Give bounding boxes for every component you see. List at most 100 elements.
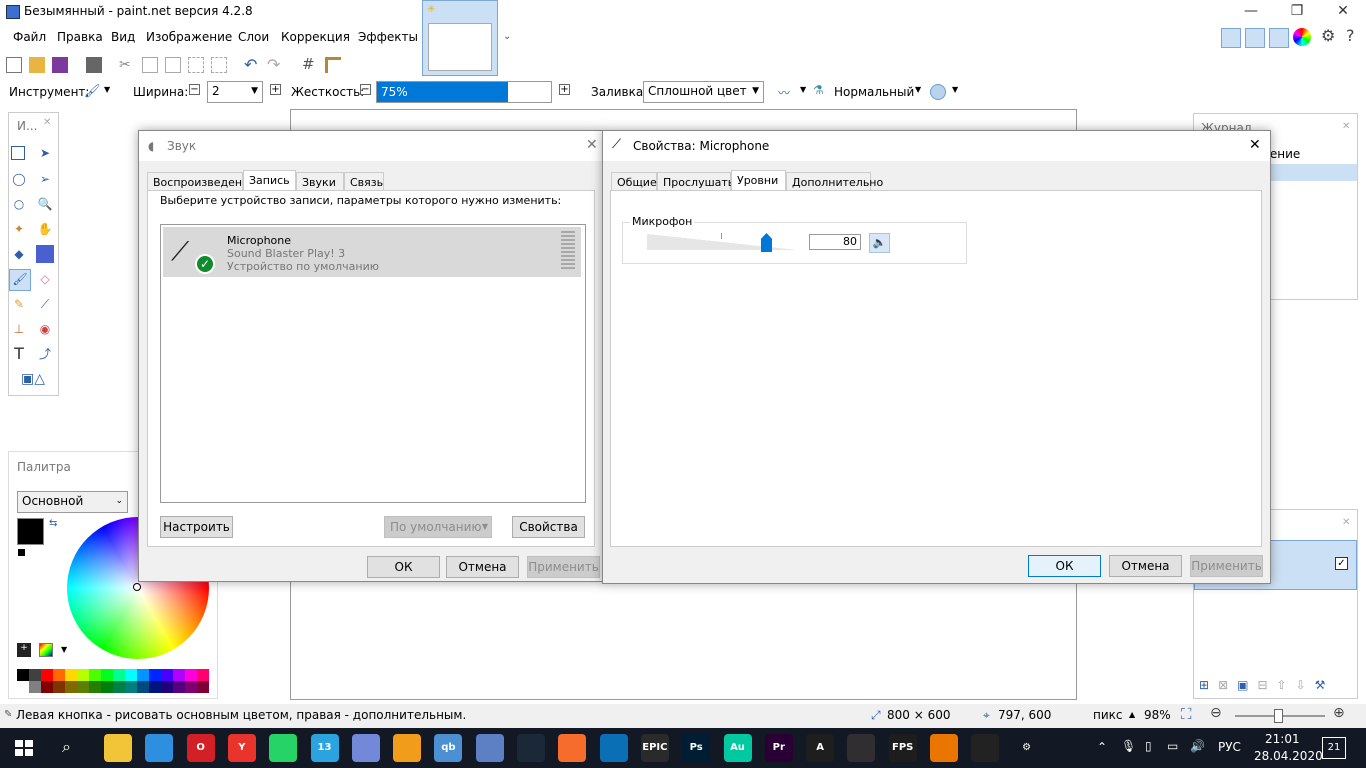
tools-window-icon[interactable] (1221, 28, 1241, 48)
primary-color-swatch[interactable] (17, 518, 44, 545)
windows-start-icon[interactable] (15, 740, 33, 756)
taskbar-app-blender-icon[interactable] (930, 734, 958, 762)
menu-view[interactable]: Вид (111, 30, 135, 44)
menu-image[interactable]: Изображение (146, 30, 232, 44)
paintbrush-icon[interactable]: 🖌 (84, 84, 101, 100)
mic-cancel-button[interactable]: Отмена (1109, 555, 1182, 577)
antialiasing-icon[interactable]: 〰 (778, 84, 794, 100)
eraser-icon[interactable]: ◇ (36, 270, 54, 288)
palette-mode-combo[interactable]: Основной ⌄ (17, 491, 128, 513)
menu-file[interactable]: Файл (13, 30, 46, 44)
move-selection-icon[interactable]: ➢ (36, 170, 54, 188)
zoom-to-window-icon[interactable]: ⛶ (1181, 705, 1192, 723)
move-selected-icon[interactable]: ➤ (36, 144, 54, 162)
taskbar-app-origin-icon[interactable] (558, 734, 587, 762)
taskbar-app-file-explorer-icon[interactable] (104, 734, 132, 762)
mic-apply-button[interactable]: Применить (1190, 555, 1263, 577)
network-tray-icon[interactable]: ▭ (1167, 739, 1178, 753)
layers-close-icon[interactable]: ✕ (1342, 517, 1350, 528)
paint-bucket-icon[interactable]: ◆ (10, 245, 28, 263)
taskbar-app-discord-icon[interactable] (351, 734, 380, 762)
menu-edit[interactable]: Правка (57, 30, 103, 44)
history-window-icon[interactable] (1245, 28, 1265, 48)
menu-effects[interactable]: Эффекты (358, 30, 418, 44)
thumbnail-dropdown-icon[interactable]: ⌄ (503, 31, 511, 42)
clock-time[interactable]: 21:01 (1265, 732, 1300, 746)
level-slider-track[interactable] (647, 234, 797, 250)
color-wheel-cursor[interactable] (133, 583, 141, 591)
recolor-icon[interactable]: ◉ (36, 320, 54, 338)
taskbar-app-yandex-icon[interactable]: Y (227, 734, 256, 762)
blend-mode-value[interactable]: Нормальный (834, 85, 914, 99)
search-icon[interactable]: ⌕ (62, 737, 71, 757)
taskbar-app-audition-icon[interactable]: Au (723, 734, 752, 762)
taskbar-app-photoshop-icon[interactable]: Ps (682, 734, 711, 762)
notifications-button[interactable]: 21 (1322, 737, 1346, 759)
taskbar-app-steam-icon[interactable] (517, 734, 545, 762)
hardness-decrease-button[interactable]: − (360, 84, 371, 95)
fill-combo[interactable]: Сплошной цвет ▼ (643, 81, 764, 103)
magic-wand-icon[interactable]: ✦ (10, 220, 28, 238)
layer-visible-checkbox[interactable]: ✓ (1335, 557, 1348, 570)
tool-dropdown-icon[interactable]: ▼ (104, 85, 110, 94)
blend-dropdown-icon[interactable]: ▼ (915, 85, 921, 94)
pan-icon[interactable]: ✋ (36, 220, 54, 238)
battery-tray-icon[interactable]: ▯ (1145, 739, 1152, 753)
color-picker-icon[interactable]: ⟋ (36, 295, 54, 313)
taskbar-app-obs-icon[interactable] (847, 734, 876, 762)
grid-icon[interactable]: # (302, 55, 318, 73)
redo-icon[interactable]: ↷ (267, 55, 283, 74)
ellipse-select-icon[interactable]: ○ (10, 195, 28, 213)
width-combo[interactable]: 2 ▼ (207, 81, 263, 103)
hardness-slider[interactable]: 75% (376, 81, 552, 103)
print-icon[interactable] (86, 57, 102, 73)
sound-ok-button[interactable]: ОК (367, 556, 440, 578)
merge-layer-icon[interactable]: ⊟ (1257, 678, 1276, 692)
device-item-microphone[interactable]: ⟋ ✓ Microphone Sound Blaster Play! 3 Уст… (163, 227, 581, 277)
taskbar-app-fps-monitor-icon[interactable]: FPS (888, 734, 917, 762)
add-layer-icon[interactable]: ⊞ (1199, 678, 1218, 692)
sound-apply-button[interactable]: Применить (527, 556, 600, 578)
paste-icon[interactable] (165, 57, 181, 73)
colors-window-icon[interactable] (1293, 28, 1311, 46)
width-decrease-button[interactable]: − (189, 84, 200, 95)
tools-close-icon[interactable]: ✕ (43, 117, 51, 128)
copy-icon[interactable] (142, 57, 158, 73)
close-button[interactable]: ✕ (1320, 0, 1366, 24)
set-default-dropdown-icon[interactable]: ▼ (482, 517, 488, 537)
add-color-icon[interactable]: + (17, 643, 31, 657)
taskbar-app-anydesk-icon[interactable]: A (806, 734, 835, 762)
clock-date[interactable]: 28.04.2020 (1254, 749, 1323, 763)
properties-button[interactable]: Свойства (512, 516, 585, 538)
deselect-icon[interactable] (211, 57, 227, 73)
help-icon[interactable]: ? (1346, 26, 1355, 45)
save-icon[interactable] (52, 57, 68, 73)
zoom-level[interactable]: 98% (1144, 708, 1171, 722)
rectangle-select-icon[interactable] (11, 146, 25, 160)
units-dropdown-icon[interactable]: ▲ (1129, 710, 1135, 719)
zoom-icon[interactable]: 🔍 (36, 195, 54, 213)
microphone-tray-icon[interactable]: 🎙 (1121, 739, 1136, 753)
text-tool-icon[interactable]: T (10, 345, 28, 363)
new-file-icon[interactable] (6, 57, 22, 73)
palette-swatches[interactable] (17, 669, 209, 693)
reset-colors-icon[interactable] (17, 548, 26, 557)
hardness-increase-button[interactable]: + (559, 84, 570, 95)
lasso-select-icon[interactable]: ◯ (10, 170, 28, 188)
swap-colors-icon[interactable]: ⇆ (49, 518, 57, 529)
shapes-icon[interactable]: ▣△ (15, 370, 51, 388)
units-selector[interactable]: пикс (1093, 708, 1123, 722)
taskbar-app-qbittorrent-icon[interactable]: qb (434, 734, 463, 762)
history-close-icon[interactable]: ✕ (1342, 121, 1350, 132)
mute-toggle-speaker-icon[interactable]: 🔈 (869, 233, 890, 253)
language-indicator[interactable]: РУС (1218, 740, 1241, 754)
line-curve-icon[interactable]: ⤴ (36, 345, 54, 363)
duplicate-layer-icon[interactable]: ▣ (1237, 678, 1257, 692)
move-layer-down-icon[interactable]: ⇩ (1296, 678, 1315, 692)
clone-stamp-icon[interactable]: ⊥ (10, 320, 28, 338)
taskbar-app-settings-icon[interactable]: ⚙ (1012, 734, 1041, 762)
crop-icon[interactable] (188, 57, 204, 73)
taskbar-app-opera-icon[interactable]: O (186, 734, 215, 762)
sound-close-icon[interactable]: ✕ (586, 137, 598, 153)
taskbar-app-control-panel-icon[interactable] (145, 734, 174, 762)
